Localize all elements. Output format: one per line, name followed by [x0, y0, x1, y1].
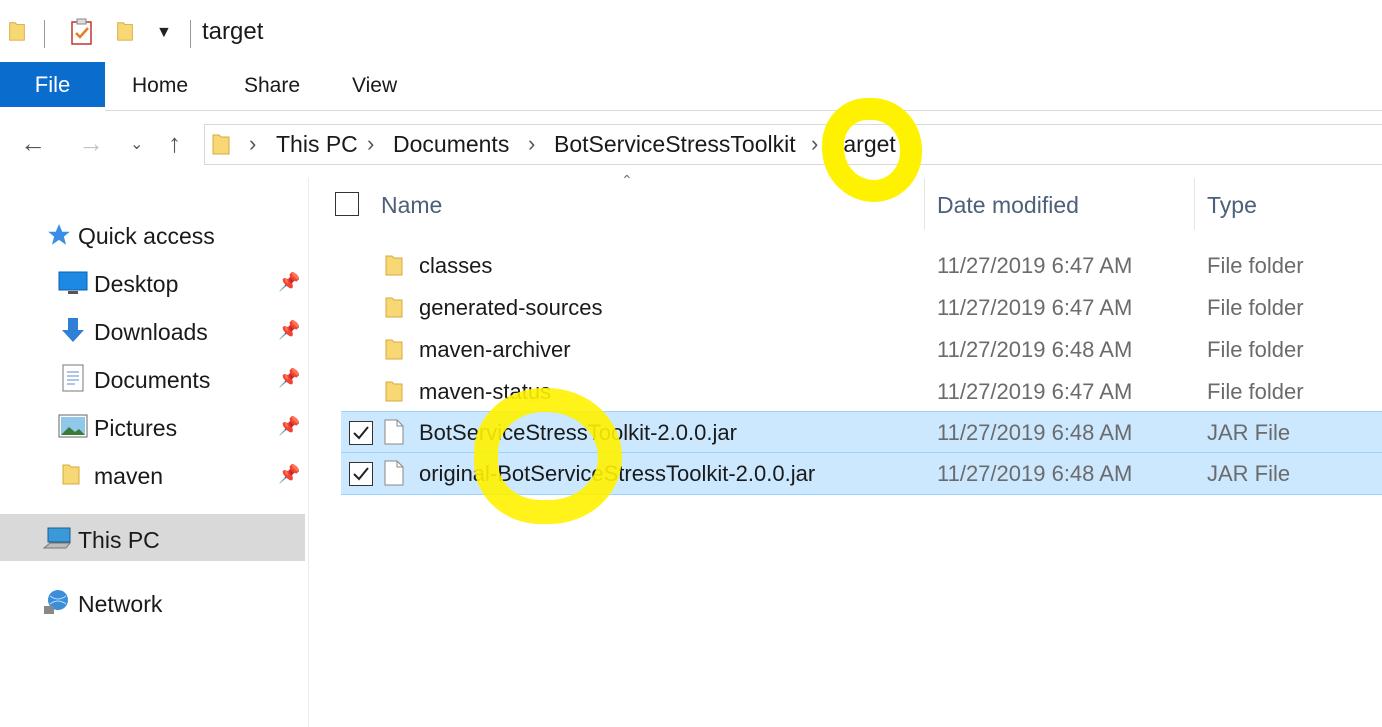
- up-arrow-icon[interactable]: ↑: [168, 128, 181, 159]
- breadcrumb-this-pc[interactable]: This PC: [276, 131, 358, 158]
- forward-arrow-icon[interactable]: →: [78, 128, 104, 159]
- file-name: classes: [419, 253, 493, 278]
- computer-icon: [42, 527, 72, 549]
- tab-view[interactable]: View: [352, 74, 397, 98]
- properties-icon[interactable]: [70, 18, 94, 46]
- folder-icon: [385, 339, 403, 360]
- breadcrumb-botservicestresstoolkit[interactable]: BotServiceStressToolkit: [554, 131, 796, 158]
- folder-icon: [62, 464, 80, 485]
- folder-icon: [385, 297, 403, 318]
- file-type: File folder: [1207, 337, 1304, 362]
- new-folder-icon[interactable]: [116, 20, 134, 42]
- column-separator[interactable]: [1194, 178, 1195, 230]
- folder-icon: [385, 255, 403, 276]
- network-icon: [44, 590, 68, 614]
- folder-icon: [212, 134, 230, 155]
- pin-icon[interactable]: 📌: [278, 464, 300, 485]
- sort-ascending-icon: ⌃: [621, 172, 633, 188]
- file-date: 11/27/2019 6:47 AM: [937, 295, 1133, 320]
- star-icon: [48, 224, 70, 245]
- checkmark-icon: [353, 426, 369, 440]
- downloads-icon: [62, 318, 84, 342]
- nav-downloads[interactable]: Downloads: [94, 319, 208, 346]
- nav-maven[interactable]: maven: [94, 463, 163, 490]
- file-type: JAR File: [1207, 420, 1291, 445]
- file-type: File folder: [1207, 379, 1304, 404]
- file-icon: [384, 419, 404, 445]
- file-type: JAR File: [1207, 461, 1291, 486]
- column-header-date-modified[interactable]: Date modified: [937, 192, 1079, 219]
- pictures-icon: [58, 414, 88, 438]
- column-header-type[interactable]: Type: [1207, 192, 1257, 219]
- list-item[interactable]: classes 11/27/2019 6:47 AM File folder: [341, 245, 1382, 287]
- highlight-mark: [822, 98, 922, 202]
- window-title: target: [202, 18, 264, 45]
- nav-desktop[interactable]: Desktop: [94, 271, 178, 298]
- back-arrow-icon[interactable]: ←: [20, 128, 46, 159]
- pin-icon[interactable]: 📌: [278, 416, 300, 437]
- breadcrumb-chevron-icon[interactable]: ›: [249, 131, 256, 157]
- file-date: 11/27/2019 6:47 AM: [937, 253, 1133, 278]
- file-type: File folder: [1207, 295, 1304, 320]
- column-header-name[interactable]: Name: [381, 192, 442, 219]
- list-item[interactable]: maven-archiver 11/27/2019 6:48 AM File f…: [341, 329, 1382, 371]
- nav-quick-access[interactable]: Quick access: [78, 223, 215, 250]
- file-name: generated-sources: [419, 295, 603, 320]
- documents-icon: [62, 364, 84, 392]
- ribbon-divider: [105, 110, 1382, 111]
- breadcrumb-chevron-icon[interactable]: ›: [528, 131, 535, 157]
- column-separator[interactable]: [924, 178, 925, 230]
- row-checkbox[interactable]: [349, 462, 373, 486]
- nav-this-pc[interactable]: This PC: [78, 527, 160, 554]
- file-name: maven-archiver: [419, 337, 571, 362]
- tab-share[interactable]: Share: [244, 74, 300, 98]
- pin-icon[interactable]: 📌: [278, 368, 300, 389]
- breadcrumb-chevron-icon[interactable]: ›: [367, 131, 374, 157]
- nav-network[interactable]: Network: [78, 591, 162, 618]
- list-item[interactable]: generated-sources 11/27/2019 6:47 AM Fil…: [341, 287, 1382, 329]
- highlight-mark: [474, 388, 622, 524]
- file-date: 11/27/2019 6:47 AM: [937, 379, 1133, 404]
- breadcrumb-chevron-icon[interactable]: ›: [811, 131, 818, 157]
- file-date: 11/27/2019 6:48 AM: [937, 461, 1133, 486]
- select-all-checkbox[interactable]: [335, 192, 359, 216]
- file-icon: [384, 460, 404, 486]
- tab-home[interactable]: Home: [132, 74, 188, 98]
- toolbar-separator: [44, 20, 45, 48]
- row-checkbox[interactable]: [349, 421, 373, 445]
- checkmark-icon: [353, 467, 369, 481]
- pin-icon[interactable]: 📌: [278, 320, 300, 341]
- tab-file[interactable]: File: [0, 62, 105, 107]
- recent-locations-chevron-icon[interactable]: ⌄: [130, 134, 143, 154]
- pin-icon[interactable]: 📌: [278, 272, 300, 293]
- nav-pictures[interactable]: Pictures: [94, 415, 177, 442]
- file-type: File folder: [1207, 253, 1304, 278]
- breadcrumb-documents[interactable]: Documents: [393, 131, 509, 158]
- desktop-icon: [58, 271, 88, 294]
- customize-toolbar-dropdown-icon[interactable]: ▼: [156, 24, 172, 42]
- nav-documents[interactable]: Documents: [94, 367, 210, 394]
- pane-divider: [308, 178, 309, 727]
- file-date: 11/27/2019 6:48 AM: [937, 337, 1133, 362]
- toolbar-separator: [190, 20, 191, 48]
- folder-icon: [385, 381, 403, 402]
- file-date: 11/27/2019 6:48 AM: [937, 420, 1133, 445]
- folder-icon[interactable]: [8, 20, 26, 42]
